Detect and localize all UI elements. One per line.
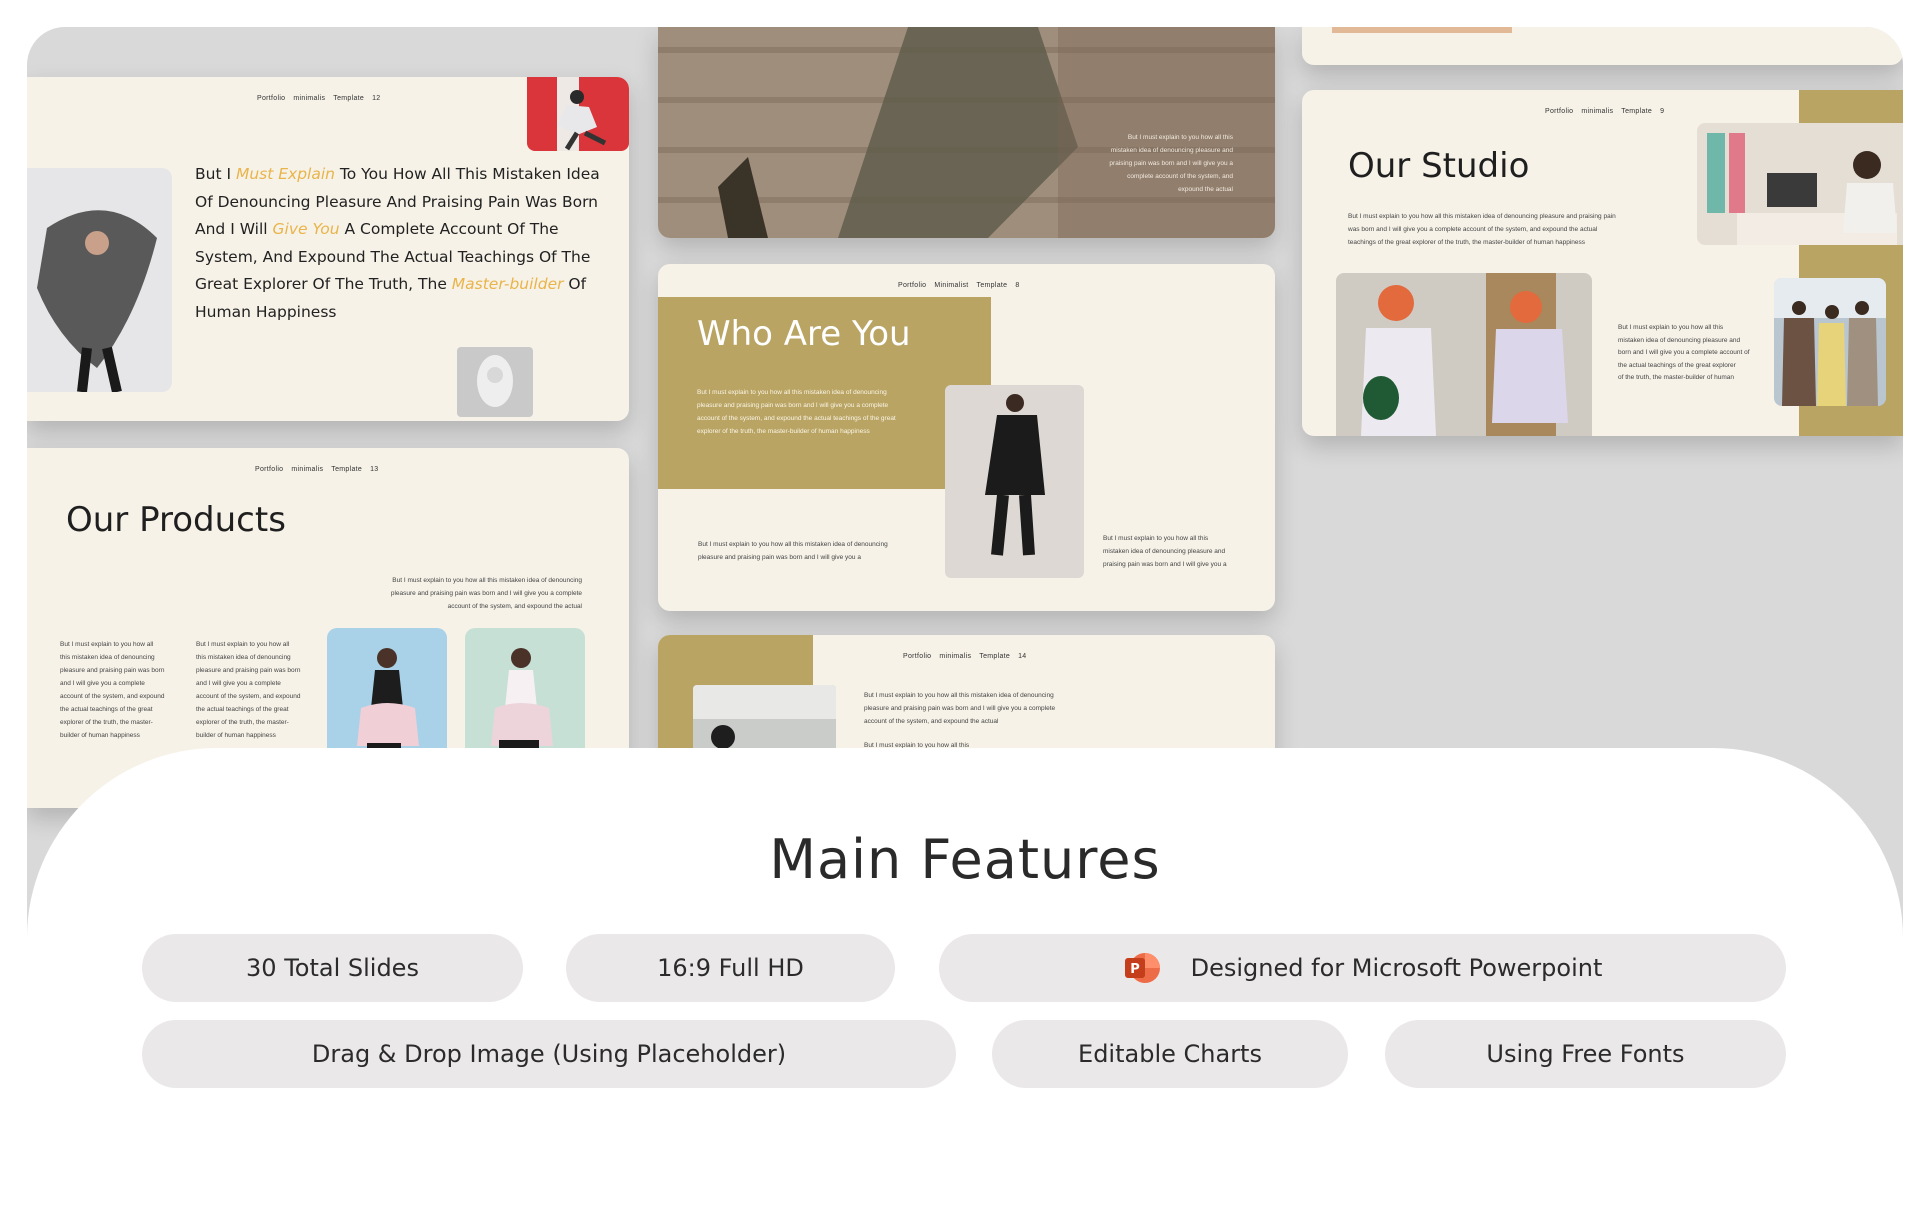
- feature-powerpoint: P Designed for Microsoft Powerpoint: [939, 934, 1786, 1002]
- quote-accent: Must Explain: [235, 165, 335, 183]
- feature-label: Using Free Fonts: [1486, 1040, 1685, 1068]
- slide-text-left: But I must explain to you how all this m…: [698, 541, 888, 561]
- slide-text: But I must explain to you how all this m…: [864, 692, 1056, 725]
- photo-designer-studio: [1697, 123, 1903, 245]
- quote-accent: Master-builder: [451, 275, 564, 293]
- slide-photo-top: But I must explain to you how all this m…: [658, 27, 1275, 238]
- quote-text: But I Must Explain To You How All This M…: [195, 161, 600, 326]
- photo-black-dress-model: [945, 385, 1084, 578]
- slide-text: But I must explain to you how all this m…: [1348, 213, 1616, 246]
- photo-redhead-models: [1336, 273, 1592, 436]
- slide-text-right: But I must explain to you how all this m…: [1103, 535, 1227, 568]
- photo-red-model: [527, 77, 629, 151]
- quote-accent: Give You: [272, 220, 340, 238]
- slide-header: Portfolio minimalis Template 14: [903, 653, 1027, 660]
- slide-photo-caption: But I must explain to you how all this m…: [1109, 134, 1233, 193]
- slide-title: Our Products: [66, 500, 286, 540]
- slide-column-text: But I must explain to you how all this m…: [60, 641, 165, 739]
- feature-editable-charts: Editable Charts: [992, 1020, 1348, 1088]
- slide-top-right-strip: [1302, 27, 1903, 65]
- slide-intro-text: But I must explain to you how all this m…: [390, 577, 582, 610]
- photo-veil-dancer: [27, 168, 172, 392]
- slide-header: Portfolio Minimalist Template 8: [898, 282, 1020, 289]
- feature-label: 30 Total Slides: [246, 954, 419, 982]
- bullet-item: born and I will give you a complete acco…: [1618, 349, 1750, 356]
- photo-strip: [1332, 27, 1512, 33]
- bullet-item: of the truth, the master-builder of huma…: [1618, 374, 1734, 381]
- slide-gold-text: But I must explain to you how all this m…: [697, 389, 896, 435]
- slide-header: Portfolio minimalis Template 13: [255, 466, 379, 473]
- slide-bullet-list: But I must explain to you how all this m…: [1618, 322, 1768, 385]
- feature-label: Drag & Drop Image (Using Placeholder): [311, 1040, 787, 1068]
- slide-who-are-you: Portfolio Minimalist Template 8 Who Are You…: [658, 264, 1275, 611]
- feature-drag-drop: Drag & Drop Image (Using Placeholder): [142, 1020, 956, 1088]
- slide-title: Who Are You: [697, 314, 911, 354]
- feature-label: Editable Charts: [1078, 1040, 1262, 1068]
- photo-street-group: [1774, 278, 1886, 406]
- powerpoint-icon: P: [1123, 949, 1161, 987]
- bullet-item: the actual teachings of the great explor…: [1618, 361, 1736, 369]
- bullet-item: mistaken idea of denouncing pleasure and: [1618, 336, 1741, 344]
- features-title: Main Features: [769, 828, 1161, 891]
- slide-our-studio: Portfolio minimalis Template 9 Our Studio B…: [1302, 90, 1903, 436]
- feature-label: 16:9 Full HD: [657, 954, 804, 982]
- slide-title: Our Studio: [1348, 146, 1530, 186]
- feature-label: Designed for Microsoft Powerpoint: [1190, 954, 1603, 982]
- slide-column-text: But I must explain to you how all this m…: [196, 641, 301, 739]
- feature-free-fonts: Using Free Fonts: [1385, 1020, 1786, 1088]
- slide-quote: Portfolio minimalis Template 12 But I Must …: [27, 77, 629, 421]
- photo-veil-portrait: [457, 347, 533, 417]
- svg-text:P: P: [1130, 962, 1140, 977]
- slide-header: Portfolio minimalis Template 9: [1545, 108, 1665, 115]
- feature-total-slides: 30 Total Slides: [142, 934, 523, 1002]
- feature-full-hd: 16:9 Full HD: [566, 934, 895, 1002]
- bullet-item: But I must explain to you how all this: [1618, 324, 1724, 331]
- quote-segment: But I: [195, 165, 236, 183]
- slide-header: Portfolio minimalis Template 12: [257, 95, 381, 102]
